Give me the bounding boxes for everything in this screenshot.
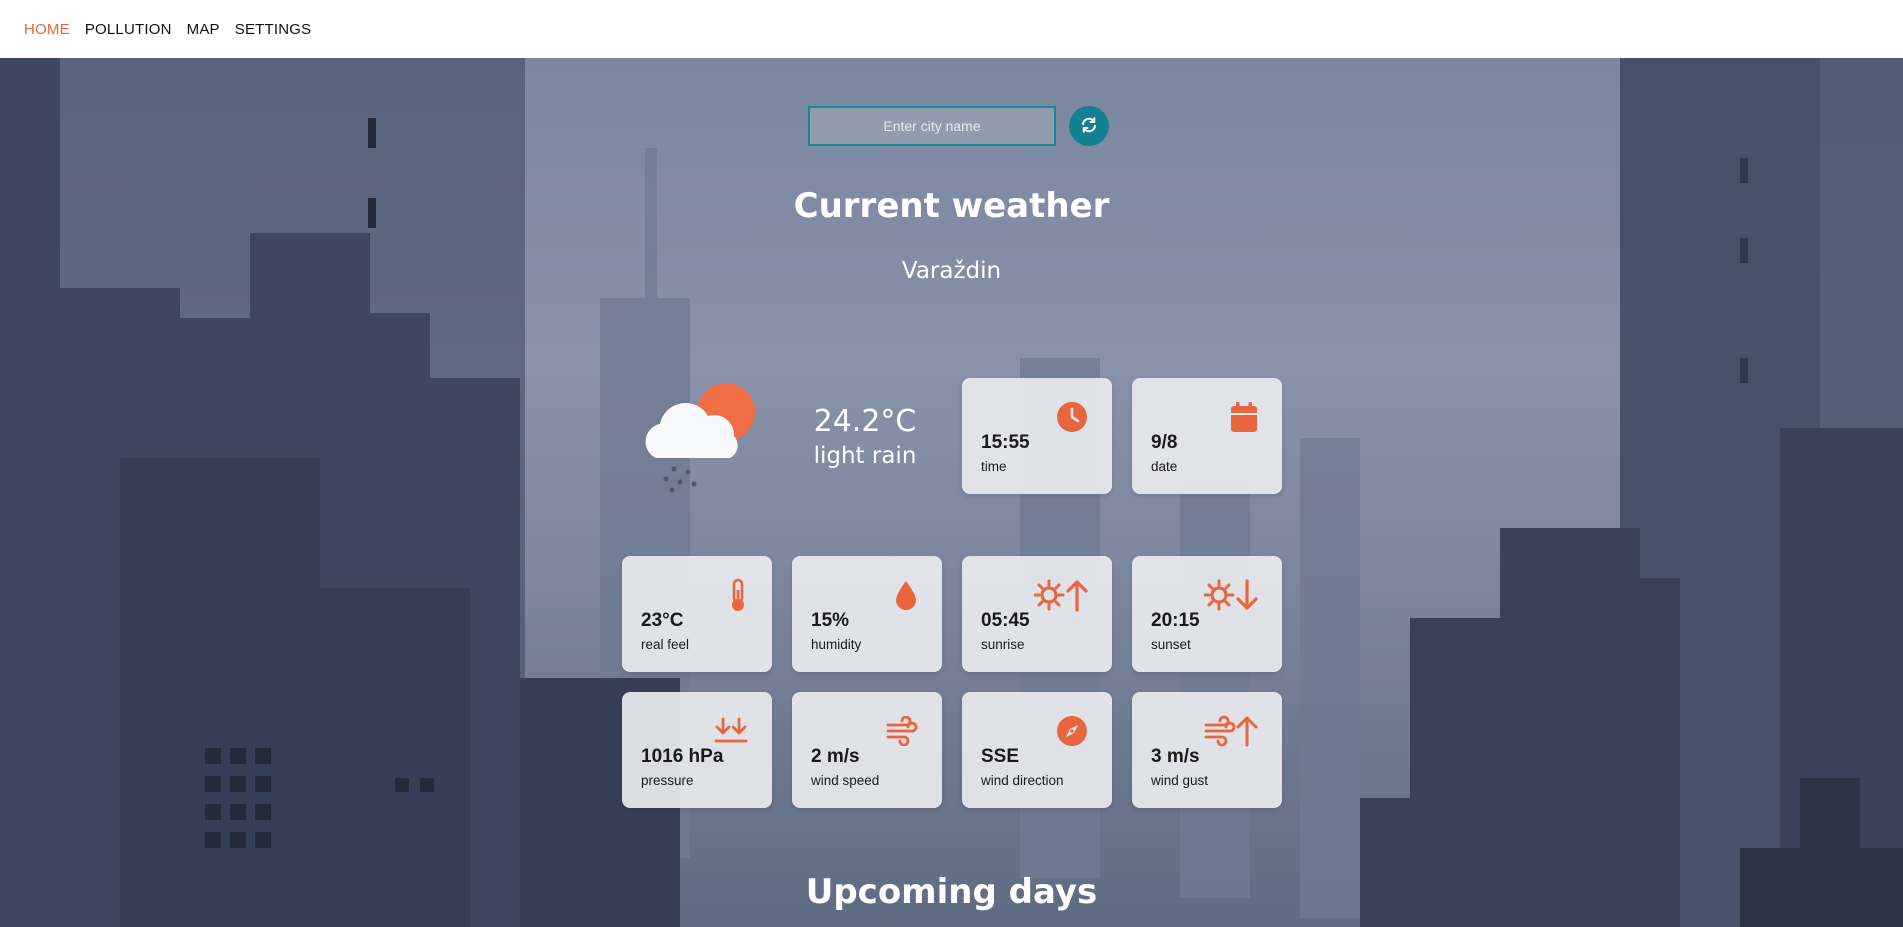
pressure-card: 1016 hPa pressure xyxy=(622,692,772,808)
humidity-card: 15% humidity xyxy=(792,556,942,672)
compass-icon xyxy=(1056,714,1088,748)
humidity-value: 15% xyxy=(811,610,850,631)
upcoming-days-title: Upcoming days xyxy=(805,872,1098,912)
pressure-value: 1016 hPa xyxy=(641,746,724,767)
thermometer-icon xyxy=(728,578,748,612)
current-temperature-block: 24.2°C light rain xyxy=(790,404,940,469)
sunset-label: sunset xyxy=(1151,637,1191,652)
wind-gust-value: 3 m/s xyxy=(1151,746,1200,767)
real-feel-value: 23°C xyxy=(641,610,684,631)
sunrise-value: 05:45 xyxy=(981,610,1030,631)
pressure-label: pressure xyxy=(641,773,694,788)
sunset-icon xyxy=(1204,578,1258,612)
wind-gust-card: 3 m/s wind gust xyxy=(1132,692,1282,808)
nav-pollution[interactable]: POLLUTION xyxy=(85,21,172,38)
weather-description: light rain xyxy=(813,443,917,469)
city-search-input[interactable] xyxy=(808,106,1056,146)
sunrise-icon xyxy=(1034,578,1088,612)
city-name: Varaždin xyxy=(901,258,1002,284)
top-navigation: HOME POLLUTION MAP SETTINGS xyxy=(0,0,1903,58)
sunrise-label: sunrise xyxy=(981,637,1025,652)
wind-direction-label: wind direction xyxy=(981,773,1064,788)
refresh-icon xyxy=(1080,116,1098,137)
sunset-card: 20:15 sunset xyxy=(1132,556,1282,672)
wind-direction-card: SSE wind direction xyxy=(962,692,1112,808)
refresh-button[interactable] xyxy=(1069,106,1109,146)
wind-direction-value: SSE xyxy=(981,746,1020,767)
nav-map[interactable]: MAP xyxy=(187,21,220,38)
nav-home[interactable]: HOME xyxy=(24,21,70,38)
wind-speed-label: wind speed xyxy=(811,773,880,788)
wind-gust-icon xyxy=(1204,714,1258,748)
pressure-icon xyxy=(714,714,748,748)
wind-speed-card: 2 m/s wind speed xyxy=(792,692,942,808)
time-card: 15:55 time xyxy=(962,378,1112,494)
time-label: time xyxy=(981,459,1007,474)
date-value: 9/8 xyxy=(1151,432,1178,453)
current-weather-title: Current weather xyxy=(793,186,1110,226)
sunset-value: 20:15 xyxy=(1151,610,1200,631)
calendar-icon xyxy=(1230,400,1258,434)
date-card: 9/8 date xyxy=(1132,378,1282,494)
wind-speed-value: 2 m/s xyxy=(811,746,860,767)
sunrise-card: 05:45 sunrise xyxy=(962,556,1112,672)
cloud-sun-rain-icon xyxy=(636,378,758,496)
real-feel-label: real feel xyxy=(641,637,690,652)
real-feel-card: 23°C real feel xyxy=(622,556,772,672)
wind-gust-label: wind gust xyxy=(1151,773,1209,788)
current-temperature: 24.2°C xyxy=(813,404,917,439)
wind-icon xyxy=(886,714,918,748)
nav-settings[interactable]: SETTINGS xyxy=(235,21,312,38)
time-value: 15:55 xyxy=(981,432,1030,453)
humidity-label: humidity xyxy=(811,637,862,652)
search-bar xyxy=(808,106,1109,146)
date-label: date xyxy=(1151,459,1178,474)
clock-icon xyxy=(1056,400,1088,434)
droplet-icon xyxy=(894,578,918,612)
